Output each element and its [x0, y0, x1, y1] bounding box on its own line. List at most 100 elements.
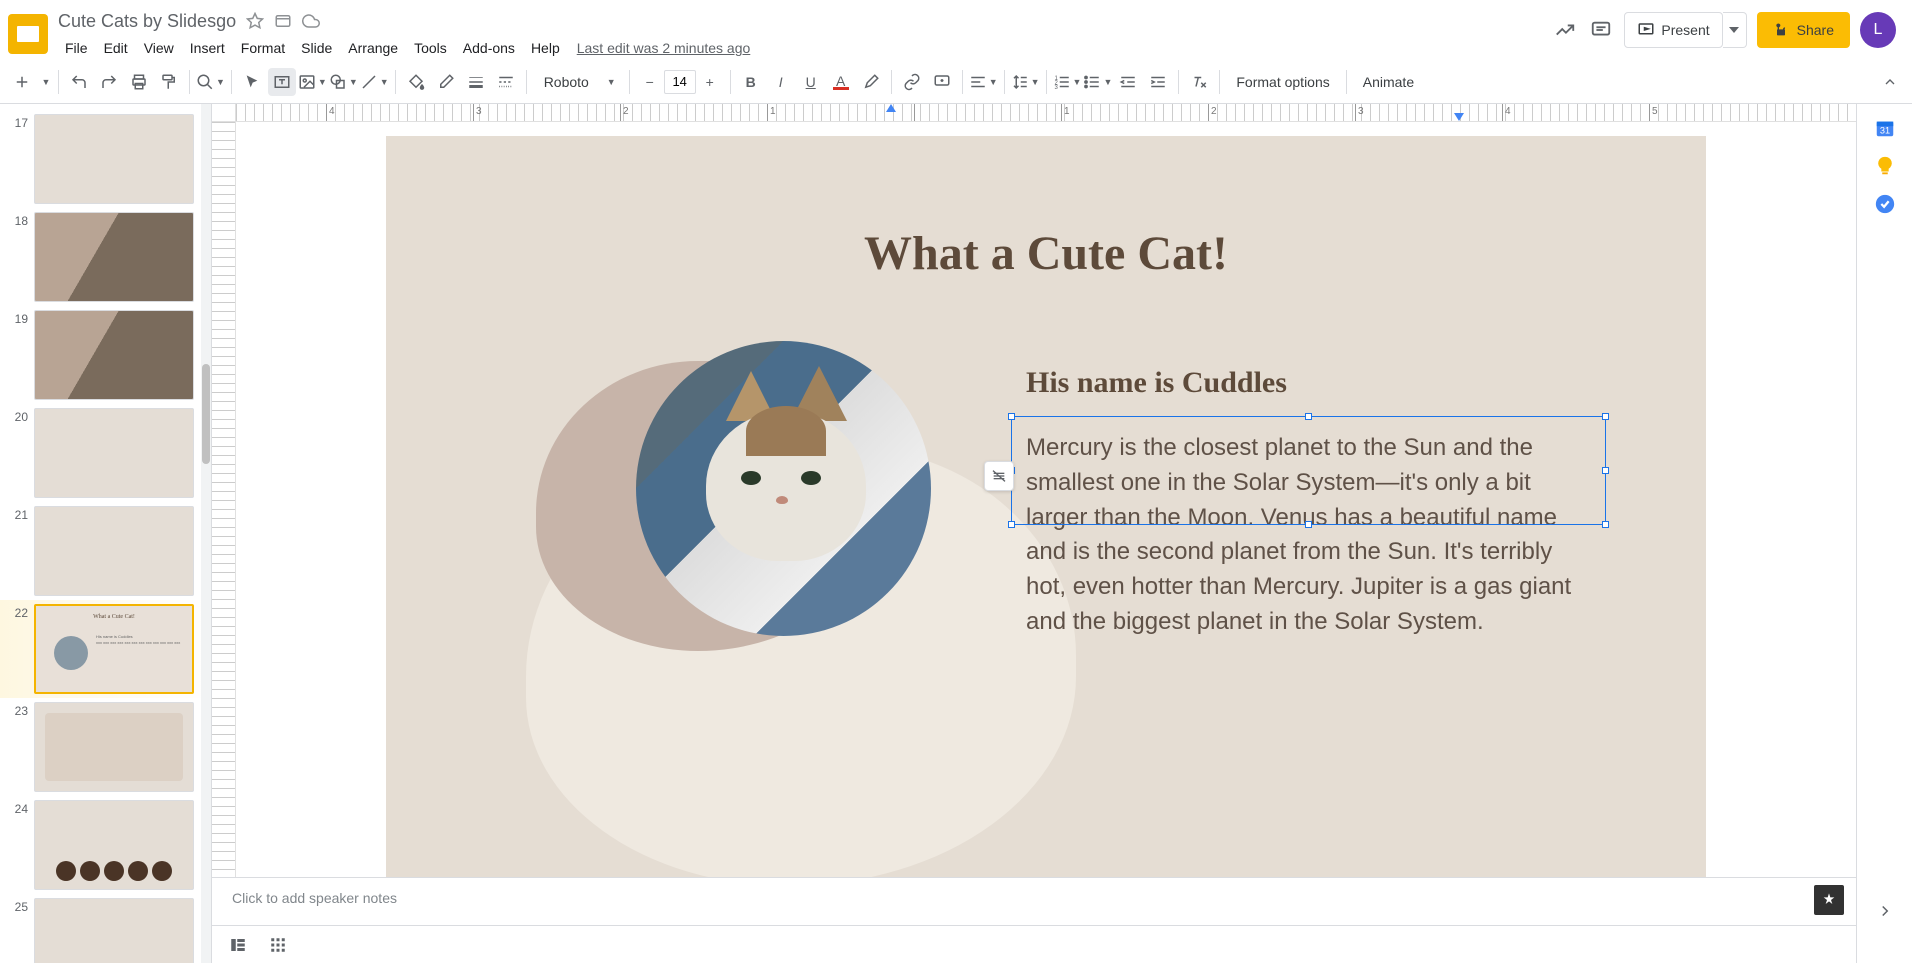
- slide-thumbnail-18[interactable]: [34, 212, 194, 302]
- slide-thumbnail-17[interactable]: [34, 114, 194, 204]
- cat-image[interactable]: [636, 341, 931, 636]
- calendar-icon[interactable]: 31: [1873, 116, 1897, 140]
- thumb-number: 20: [10, 408, 28, 498]
- border-color-button[interactable]: [432, 68, 460, 96]
- underline-button[interactable]: U: [797, 68, 825, 96]
- tasks-icon[interactable]: [1873, 192, 1897, 216]
- move-icon[interactable]: [274, 12, 292, 30]
- explore-button[interactable]: [1814, 885, 1844, 915]
- new-slide-button[interactable]: [8, 68, 36, 96]
- indent-first-line-marker[interactable]: [886, 104, 896, 112]
- textbox-tool[interactable]: [268, 68, 296, 96]
- menu-add-ons[interactable]: Add-ons: [456, 36, 522, 60]
- menu-arrange[interactable]: Arrange: [341, 36, 405, 60]
- thumb-number: 18: [10, 212, 28, 302]
- paint-format-button[interactable]: [155, 68, 183, 96]
- activity-icon[interactable]: [1552, 17, 1578, 43]
- thumb-number: 25: [10, 898, 28, 963]
- decrease-font-size[interactable]: −: [636, 68, 664, 96]
- svg-text:3: 3: [1054, 84, 1058, 90]
- decrease-indent-button[interactable]: [1114, 68, 1142, 96]
- document-title[interactable]: Cute Cats by Slidesgo: [58, 11, 236, 32]
- thumbnail-scrollbar[interactable]: [201, 104, 211, 963]
- grid-view-button[interactable]: [264, 931, 292, 959]
- slide-thumbnail-23[interactable]: [34, 702, 194, 792]
- selection-box[interactable]: [1011, 416, 1606, 525]
- menu-tools[interactable]: Tools: [407, 36, 454, 60]
- new-slide-dropdown[interactable]: ▼: [38, 68, 52, 96]
- menu-edit[interactable]: Edit: [97, 36, 135, 60]
- menu-file[interactable]: File: [58, 36, 95, 60]
- thumb-number: 17: [10, 114, 28, 204]
- menu-slide[interactable]: Slide: [294, 36, 339, 60]
- share-label: Share: [1797, 22, 1834, 38]
- format-options-button[interactable]: Format options: [1226, 68, 1339, 96]
- hide-side-panel-button[interactable]: [1873, 899, 1897, 923]
- bold-button[interactable]: B: [737, 68, 765, 96]
- slide-thumbnail-20[interactable]: [34, 408, 194, 498]
- indent-right-marker[interactable]: [1454, 113, 1464, 121]
- fill-color-button[interactable]: [402, 68, 430, 96]
- account-avatar[interactable]: L: [1860, 12, 1896, 48]
- menu-insert[interactable]: Insert: [183, 36, 232, 60]
- highlight-button[interactable]: [857, 68, 885, 96]
- slide-thumbnail-25[interactable]: [34, 898, 194, 963]
- align-button[interactable]: ▼: [969, 68, 998, 96]
- menu-format[interactable]: Format: [234, 36, 292, 60]
- thumb-number: 22: [10, 604, 28, 694]
- collapse-toolbar-button[interactable]: [1876, 68, 1904, 96]
- bulleted-list-button[interactable]: ▼: [1083, 68, 1112, 96]
- slide-thumbnail-21[interactable]: [34, 506, 194, 596]
- vertical-ruler[interactable]: [212, 122, 236, 877]
- line-tool[interactable]: ▼: [360, 68, 389, 96]
- animate-button[interactable]: Animate: [1353, 68, 1424, 96]
- clear-formatting-button[interactable]: [1185, 68, 1213, 96]
- menu-view[interactable]: View: [137, 36, 181, 60]
- line-spacing-button[interactable]: ▼: [1011, 68, 1040, 96]
- present-label: Present: [1661, 22, 1709, 38]
- print-button[interactable]: [125, 68, 153, 96]
- slide-title[interactable]: What a Cute Cat!: [386, 226, 1706, 281]
- numbered-list-button[interactable]: 123▼: [1053, 68, 1082, 96]
- slide-thumbnail-24[interactable]: [34, 800, 194, 890]
- border-weight-button[interactable]: [462, 68, 490, 96]
- font-size-input[interactable]: [664, 70, 696, 94]
- thumb-number: 19: [10, 310, 28, 400]
- autofit-icon[interactable]: [984, 461, 1014, 491]
- present-dropdown[interactable]: [1723, 12, 1747, 48]
- increase-indent-button[interactable]: [1144, 68, 1172, 96]
- image-tool[interactable]: ▼: [298, 68, 327, 96]
- comments-icon[interactable]: [1588, 17, 1614, 43]
- filmstrip-view-button[interactable]: [224, 931, 252, 959]
- zoom-button[interactable]: ▼: [196, 68, 225, 96]
- insert-link-button[interactable]: [898, 68, 926, 96]
- horizontal-ruler[interactable]: 432112345: [236, 104, 1856, 121]
- redo-button[interactable]: [95, 68, 123, 96]
- thumb-number: 24: [10, 800, 28, 890]
- slide-subtitle[interactable]: His name is Cuddles: [1026, 366, 1287, 400]
- star-icon[interactable]: [246, 12, 264, 30]
- menu-help[interactable]: Help: [524, 36, 567, 60]
- thumb-number: 23: [10, 702, 28, 792]
- share-button[interactable]: Share: [1757, 12, 1850, 48]
- present-button[interactable]: Present: [1624, 12, 1722, 48]
- slide-thumbnail-22[interactable]: What a Cute Cat!His name is Cuddlesxxx x…: [34, 604, 194, 694]
- slides-logo[interactable]: [8, 14, 48, 54]
- undo-button[interactable]: [65, 68, 93, 96]
- select-tool[interactable]: [238, 68, 266, 96]
- shape-tool[interactable]: ▼: [329, 68, 358, 96]
- italic-button[interactable]: I: [767, 68, 795, 96]
- last-edit-link[interactable]: Last edit was 2 minutes ago: [569, 36, 759, 60]
- cloud-status-icon[interactable]: [302, 12, 320, 30]
- increase-font-size[interactable]: +: [696, 68, 724, 96]
- keep-icon[interactable]: [1873, 154, 1897, 178]
- font-family-select[interactable]: Roboto▼: [533, 69, 623, 95]
- slide-canvas[interactable]: What a Cute Cat! His name is Cuddles Mer…: [386, 136, 1706, 877]
- border-dash-button[interactable]: [492, 68, 520, 96]
- text-color-button[interactable]: A: [827, 68, 855, 96]
- insert-comment-button[interactable]: [928, 68, 956, 96]
- speaker-notes[interactable]: Click to add speaker notes: [212, 877, 1856, 925]
- slide-thumbnail-19[interactable]: [34, 310, 194, 400]
- thumb-number: 21: [10, 506, 28, 596]
- svg-text:31: 31: [1879, 126, 1889, 136]
